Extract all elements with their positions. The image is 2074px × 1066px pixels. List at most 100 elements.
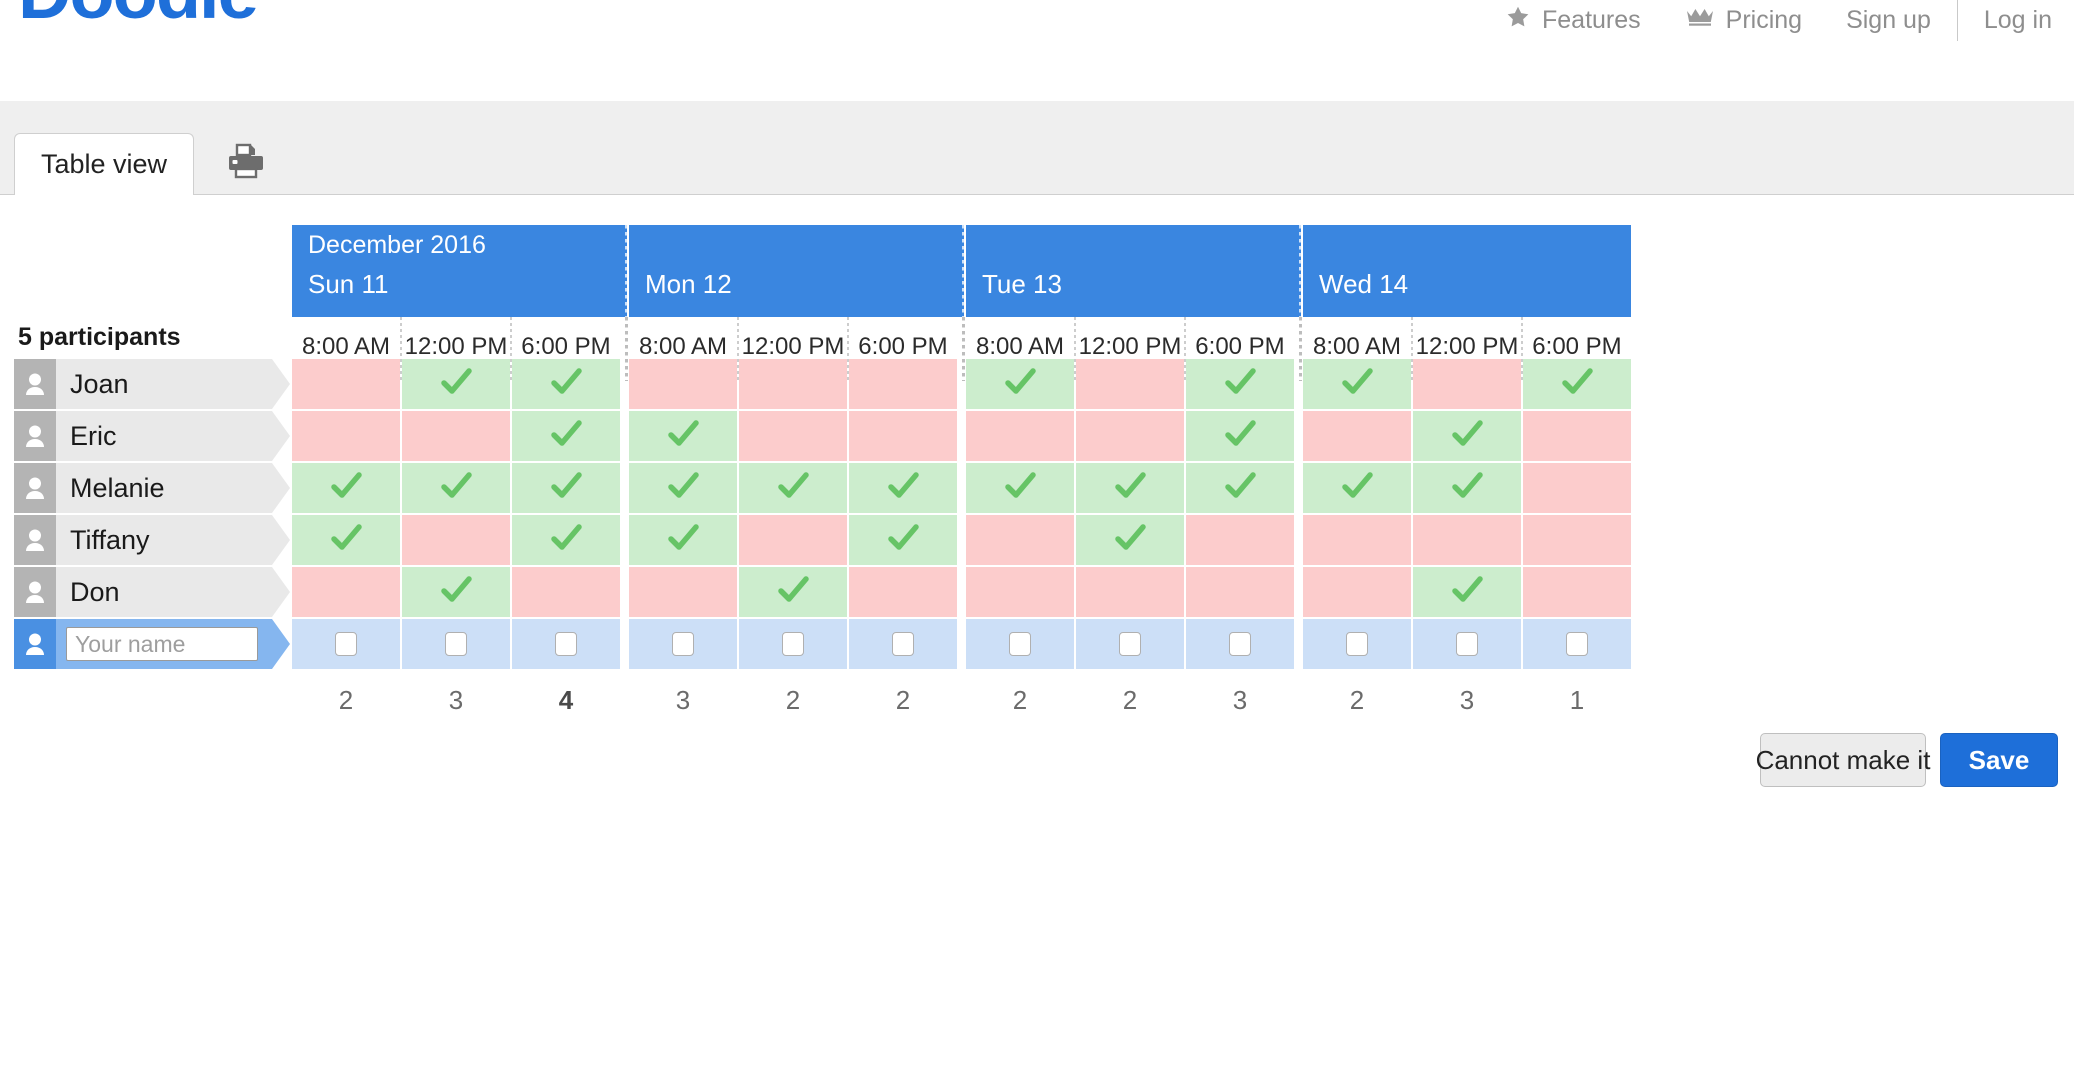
vote-checkbox[interactable] — [892, 632, 914, 656]
column-total: 1 — [1569, 684, 1585, 715]
vote-checkbox[interactable] — [1009, 632, 1031, 656]
vote-cell-yes — [1303, 463, 1411, 513]
my-avatar-icon — [14, 619, 56, 669]
my-vote-cell[interactable] — [402, 619, 510, 669]
check-icon — [663, 414, 703, 459]
vote-cell-no — [1186, 515, 1294, 565]
tab-print[interactable] — [204, 133, 288, 195]
column-total: 2 — [1122, 684, 1138, 715]
participant-row: Don — [14, 567, 290, 617]
vote-cell-yes — [1523, 359, 1631, 409]
check-icon — [1557, 362, 1597, 407]
check-icon — [1110, 518, 1150, 563]
my-vote-cell[interactable] — [1186, 619, 1294, 669]
my-vote-cell[interactable] — [739, 619, 847, 669]
vote-cell-no — [629, 359, 737, 409]
my-vote-cell[interactable] — [512, 619, 620, 669]
check-icon — [1000, 466, 1040, 511]
vote-cell-yes — [402, 463, 510, 513]
vote-checkbox[interactable] — [1566, 632, 1588, 656]
nav-label-pricing: Pricing — [1725, 5, 1803, 34]
your-name-input[interactable] — [66, 627, 258, 661]
day-label: Mon 12 — [645, 269, 732, 299]
vote-checkbox[interactable] — [1229, 632, 1251, 656]
check-icon — [546, 518, 586, 563]
vote-checkbox[interactable] — [672, 632, 694, 656]
vote-checkbox[interactable] — [1119, 632, 1141, 656]
vote-cell-yes — [1186, 359, 1294, 409]
check-icon — [883, 518, 923, 563]
nav-item-login[interactable]: Log in — [1962, 6, 2074, 35]
check-icon — [1220, 362, 1260, 407]
column-total: 4 — [558, 684, 574, 715]
my-vote-cell[interactable] — [1413, 619, 1521, 669]
participant-name: Melanie — [70, 472, 165, 503]
check-icon — [546, 414, 586, 459]
vote-cell-no — [966, 411, 1074, 461]
my-vote-cell[interactable] — [966, 619, 1074, 669]
check-icon — [546, 362, 586, 407]
vote-cell-yes — [966, 463, 1074, 513]
doodle-logo[interactable]: Doodle — [18, 0, 259, 30]
nav-item-signup[interactable]: Sign up — [1824, 6, 1953, 35]
participant-name: Joan — [70, 368, 129, 399]
vote-cell-no — [1303, 567, 1411, 617]
vote-cell-yes — [292, 463, 400, 513]
my-vote-cell[interactable] — [849, 619, 957, 669]
nav-item-features[interactable]: Features — [1483, 4, 1663, 37]
day-header: Tue 13 — [966, 225, 1301, 317]
vote-cell-yes — [629, 463, 737, 513]
my-vote-cell[interactable] — [292, 619, 400, 669]
column-total: 3 — [448, 684, 464, 715]
my-vote-cell[interactable] — [1523, 619, 1631, 669]
vote-cell-no — [966, 515, 1074, 565]
vote-cell-yes — [512, 411, 620, 461]
vote-cell-no — [739, 515, 847, 565]
vote-cell-no — [1523, 411, 1631, 461]
crown-icon — [1685, 5, 1715, 36]
participant-name: Don — [70, 576, 120, 607]
vote-cell-no — [1413, 359, 1521, 409]
vote-cell-no — [1076, 359, 1184, 409]
vote-checkbox[interactable] — [1456, 632, 1478, 656]
vote-cell-yes — [512, 515, 620, 565]
check-icon — [1110, 466, 1150, 511]
vote-checkbox[interactable] — [782, 632, 804, 656]
tab-table-view[interactable]: Table view — [14, 133, 194, 195]
vote-cell-yes — [1303, 359, 1411, 409]
participant-row: Melanie — [14, 463, 290, 513]
check-icon — [773, 466, 813, 511]
my-vote-cell[interactable] — [629, 619, 737, 669]
avatar-icon — [14, 515, 56, 565]
vote-cell-no — [849, 359, 957, 409]
column-total: 2 — [1349, 684, 1365, 715]
cannot-make-it-button[interactable]: Cannot make it — [1756, 733, 1930, 787]
check-icon — [883, 466, 923, 511]
avatar-icon — [14, 463, 56, 513]
my-vote-cell[interactable] — [1076, 619, 1184, 669]
vote-checkbox[interactable] — [555, 632, 577, 656]
vote-checkbox[interactable] — [1346, 632, 1368, 656]
column-total: 2 — [785, 684, 801, 715]
nav-item-pricing[interactable]: Pricing — [1663, 5, 1824, 36]
vote-cell-yes — [739, 463, 847, 513]
my-vote-cell[interactable] — [1303, 619, 1411, 669]
check-icon — [326, 518, 366, 563]
vote-cell-no — [629, 567, 737, 617]
check-icon — [1447, 414, 1487, 459]
vote-checkbox[interactable] — [335, 632, 357, 656]
vote-cell-yes — [739, 567, 847, 617]
tab-table-view-label: Table view — [40, 149, 168, 179]
vote-cell-yes — [512, 463, 620, 513]
check-icon — [436, 362, 476, 407]
check-icon — [546, 466, 586, 511]
day-header: December 2016 Sun 11 — [292, 225, 627, 317]
vote-cell-no — [1523, 515, 1631, 565]
vote-cell-no — [1523, 463, 1631, 513]
vote-cell-yes — [849, 515, 957, 565]
day-divider — [625, 225, 628, 317]
check-icon — [663, 518, 703, 563]
save-button[interactable]: Save — [1940, 733, 2058, 787]
vote-checkbox[interactable] — [445, 632, 467, 656]
vote-cell-no — [966, 567, 1074, 617]
